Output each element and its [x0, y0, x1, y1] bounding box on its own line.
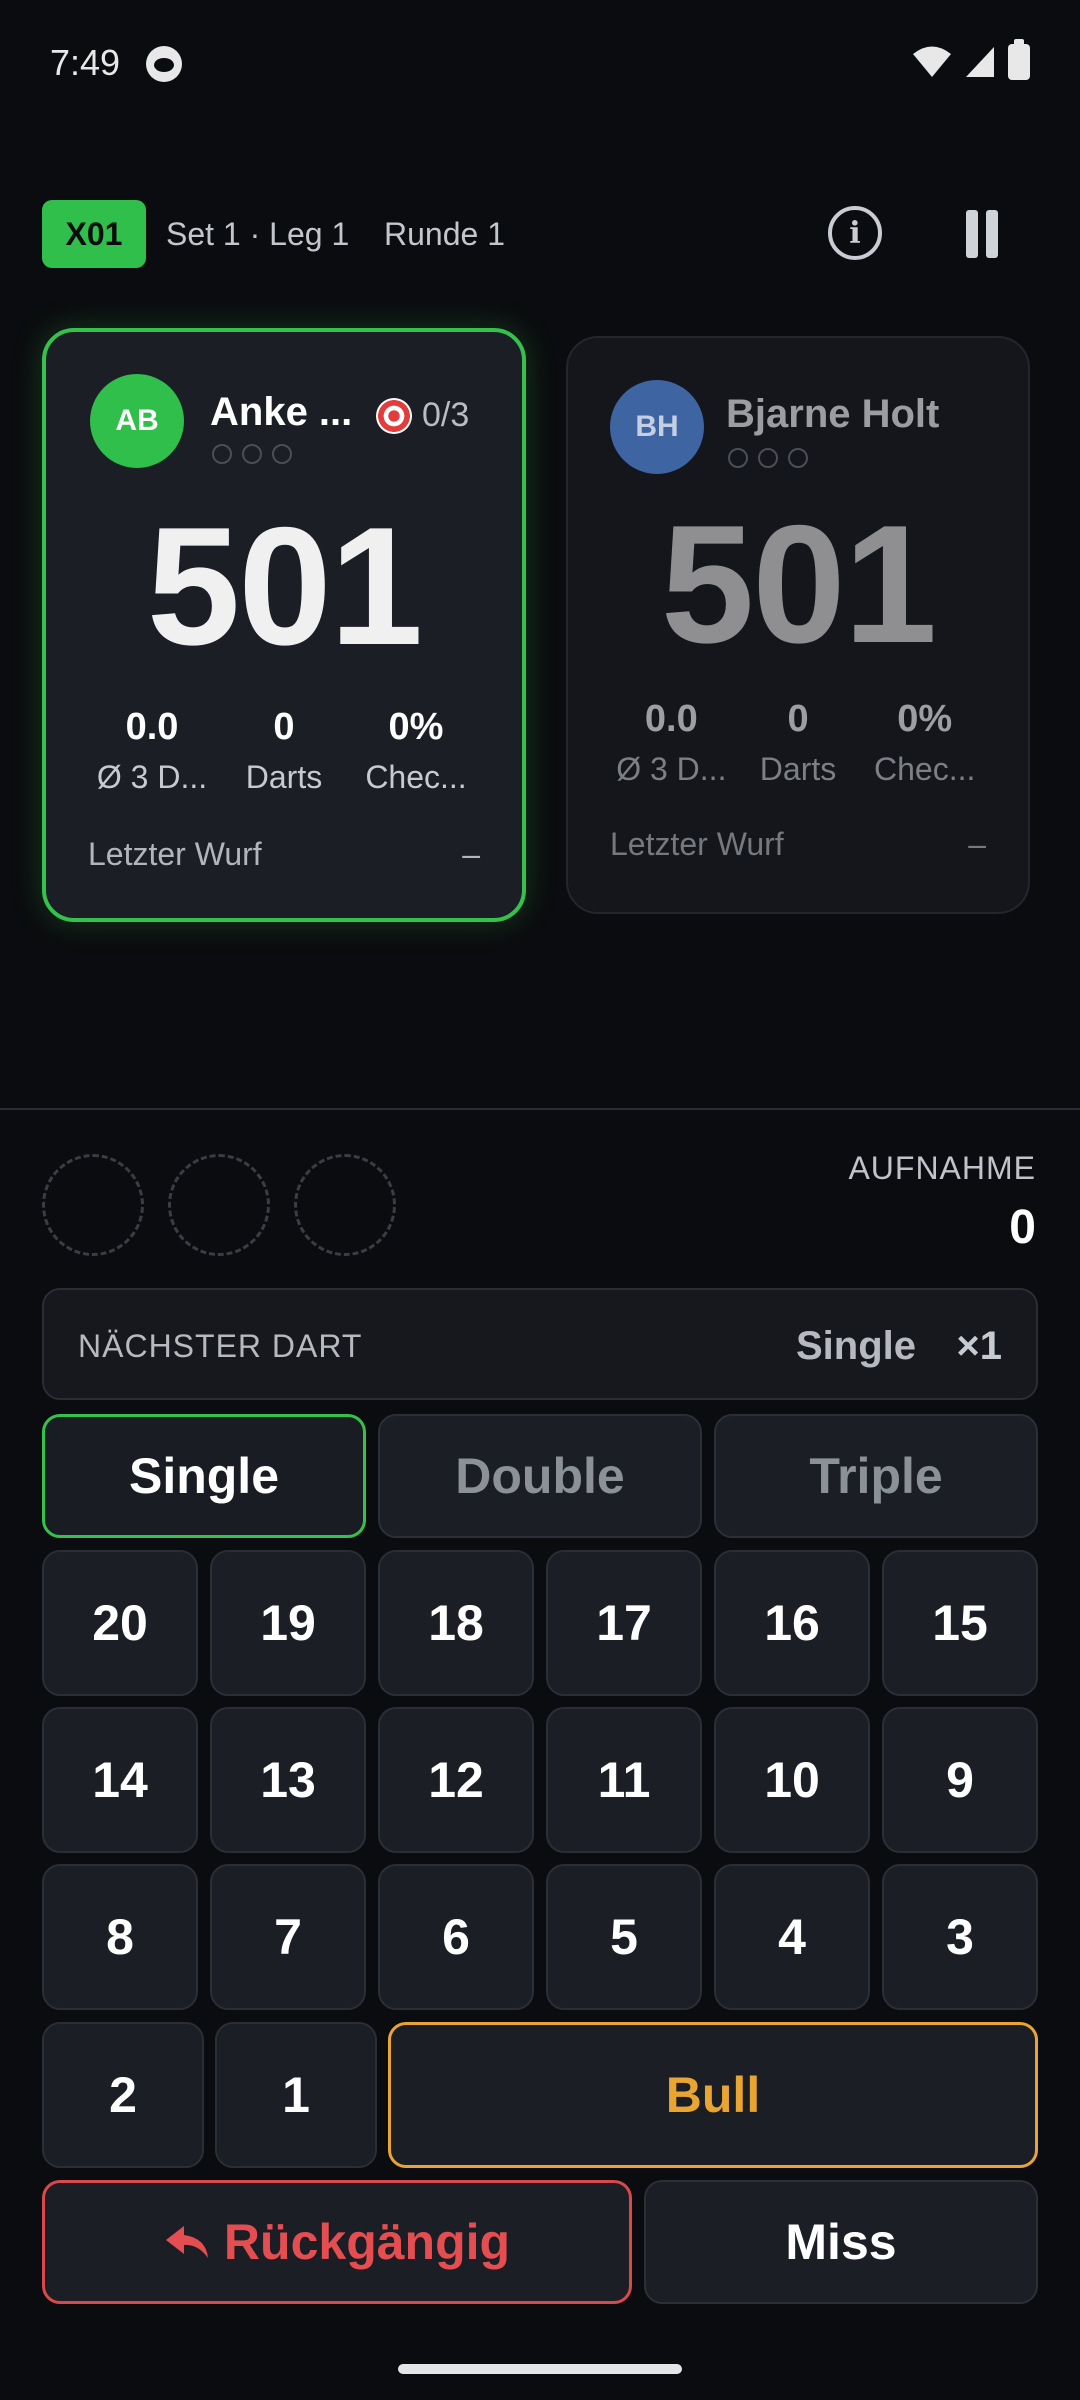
- checkout-value: 0/3: [422, 396, 470, 434]
- number-button-19[interactable]: 19: [210, 1550, 366, 1696]
- number-button-1[interactable]: 1: [215, 2022, 377, 2168]
- stat-darts: 0 Darts: [218, 706, 350, 796]
- home-indicator[interactable]: [398, 2364, 682, 2374]
- player-stats: 0.0 Ø 3 D... 0 Darts 0% Chec...: [568, 698, 1028, 788]
- number-button-14[interactable]: 14: [42, 1707, 198, 1853]
- stat-average: 0.0 Ø 3 D...: [608, 698, 735, 788]
- double-button[interactable]: Double: [378, 1414, 702, 1538]
- next-dart-label: NÄCHSTER DART: [78, 1328, 363, 1364]
- bull-button[interactable]: Bull: [388, 2022, 1038, 2168]
- number-button-13[interactable]: 13: [210, 1707, 366, 1853]
- signal-icon: [966, 47, 994, 77]
- number-button-18[interactable]: 18: [378, 1550, 534, 1696]
- dart-dot: [212, 444, 232, 464]
- dart-indicator-dots: [728, 448, 808, 468]
- turn-label: AUFNAHME: [848, 1150, 1036, 1186]
- number-button-8[interactable]: 8: [42, 1864, 198, 2010]
- status-bar: 7:49: [0, 0, 1080, 130]
- dart-slot-1: [42, 1154, 144, 1256]
- turn-value: 0: [1009, 1201, 1036, 1254]
- notification-cat-icon: [146, 46, 182, 82]
- stat-value: 0: [273, 706, 295, 748]
- number-button-10[interactable]: 10: [714, 1707, 870, 1853]
- dart-dot: [758, 448, 778, 468]
- status-time: 7:49: [50, 42, 121, 83]
- triple-button[interactable]: Triple: [714, 1414, 1038, 1538]
- stat-value: 0: [787, 698, 809, 740]
- number-button-4[interactable]: 4: [714, 1864, 870, 2010]
- number-button-16[interactable]: 16: [714, 1550, 870, 1696]
- stat-value: 0%: [388, 706, 444, 748]
- player-name: Bjarne Holt: [726, 392, 940, 436]
- number-button-12[interactable]: 12: [378, 1707, 534, 1853]
- set-leg-label: Set 1 · Leg 1: [166, 216, 350, 252]
- avatar: BH: [610, 380, 704, 474]
- player-card-active: AB Anke ... 0/3 501 0.0 Ø 3 D... 0 Darts…: [42, 328, 526, 922]
- stat-checkout: 0% Chec...: [861, 698, 988, 788]
- number-button-11[interactable]: 11: [546, 1707, 702, 1853]
- single-button[interactable]: Single: [42, 1414, 366, 1538]
- target-icon: [376, 397, 412, 434]
- next-dart-mode: Single: [795, 1324, 916, 1368]
- number-button-2[interactable]: 2: [42, 2022, 204, 2168]
- status-icons: [912, 39, 1030, 80]
- avatar: AB: [90, 374, 184, 468]
- stat-darts: 0 Darts: [735, 698, 862, 788]
- dart-dot: [242, 444, 262, 464]
- dart-indicator-dots: [212, 444, 292, 464]
- stat-label: Chec...: [873, 751, 976, 787]
- dart-dot: [272, 444, 292, 464]
- stat-checkout: 0% Chec...: [350, 706, 482, 796]
- last-throw-value: –: [462, 836, 480, 872]
- number-button-3[interactable]: 3: [882, 1864, 1038, 2010]
- last-throw-label: Letzter Wurf: [610, 826, 784, 862]
- dart-dot: [788, 448, 808, 468]
- undo-button[interactable]: Rückgängig: [42, 2180, 632, 2304]
- next-dart-multiplier: ×1: [956, 1324, 1002, 1368]
- number-button-9[interactable]: 9: [882, 1707, 1038, 1853]
- number-button-20[interactable]: 20: [42, 1550, 198, 1696]
- game-header: X01 Set 1 · Leg 1 Runde 1 i: [42, 200, 1038, 268]
- stat-value: 0.0: [644, 698, 698, 740]
- number-button-6[interactable]: 6: [378, 1864, 534, 2010]
- player-score: 501: [146, 492, 423, 680]
- stat-label: Chec...: [365, 759, 467, 795]
- player-card-inactive: BH Bjarne Holt 501 0.0 Ø 3 D... 0 Darts …: [566, 336, 1030, 914]
- stat-label: Darts: [245, 759, 323, 795]
- stat-value: 0%: [897, 698, 953, 740]
- player-score: 501: [660, 490, 937, 678]
- undo-arrow-icon: [165, 2226, 208, 2258]
- checkout-counter: 0/3: [376, 396, 469, 435]
- round-label: Runde 1: [384, 216, 505, 252]
- last-throw-value: –: [968, 826, 986, 862]
- stat-value: 0.0: [125, 706, 179, 748]
- stat-average: 0.0 Ø 3 D...: [86, 706, 218, 796]
- dart-slot-3: [294, 1154, 396, 1256]
- miss-button[interactable]: Miss: [644, 2180, 1038, 2304]
- dart-dot: [728, 448, 748, 468]
- number-button-15[interactable]: 15: [882, 1550, 1038, 1696]
- stat-label: Ø 3 D...: [96, 759, 208, 795]
- last-throw-row: Letzter Wurf –: [610, 826, 986, 863]
- dart-slot-2: [168, 1154, 270, 1256]
- number-button-17[interactable]: 17: [546, 1550, 702, 1696]
- last-throw-row: Letzter Wurf –: [88, 836, 480, 873]
- game-mode-badge: X01: [42, 200, 146, 268]
- player-name: Anke ...: [210, 390, 353, 434]
- stat-label: Darts: [759, 751, 837, 787]
- section-divider: [0, 1108, 1080, 1110]
- battery-icon: [1008, 39, 1030, 80]
- number-button-7[interactable]: 7: [210, 1864, 366, 2010]
- next-dart-bar: NÄCHSTER DART Single ×1: [42, 1288, 1038, 1400]
- wifi-icon: [913, 46, 951, 77]
- info-icon[interactable]: i: [828, 206, 882, 260]
- pause-icon[interactable]: [962, 210, 1002, 258]
- undo-label: Rückgängig: [223, 2214, 511, 2270]
- last-throw-label: Letzter Wurf: [88, 836, 262, 872]
- stat-label: Ø 3 D...: [616, 751, 727, 787]
- number-button-5[interactable]: 5: [546, 1864, 702, 2010]
- player-stats: 0.0 Ø 3 D... 0 Darts 0% Chec...: [46, 706, 522, 796]
